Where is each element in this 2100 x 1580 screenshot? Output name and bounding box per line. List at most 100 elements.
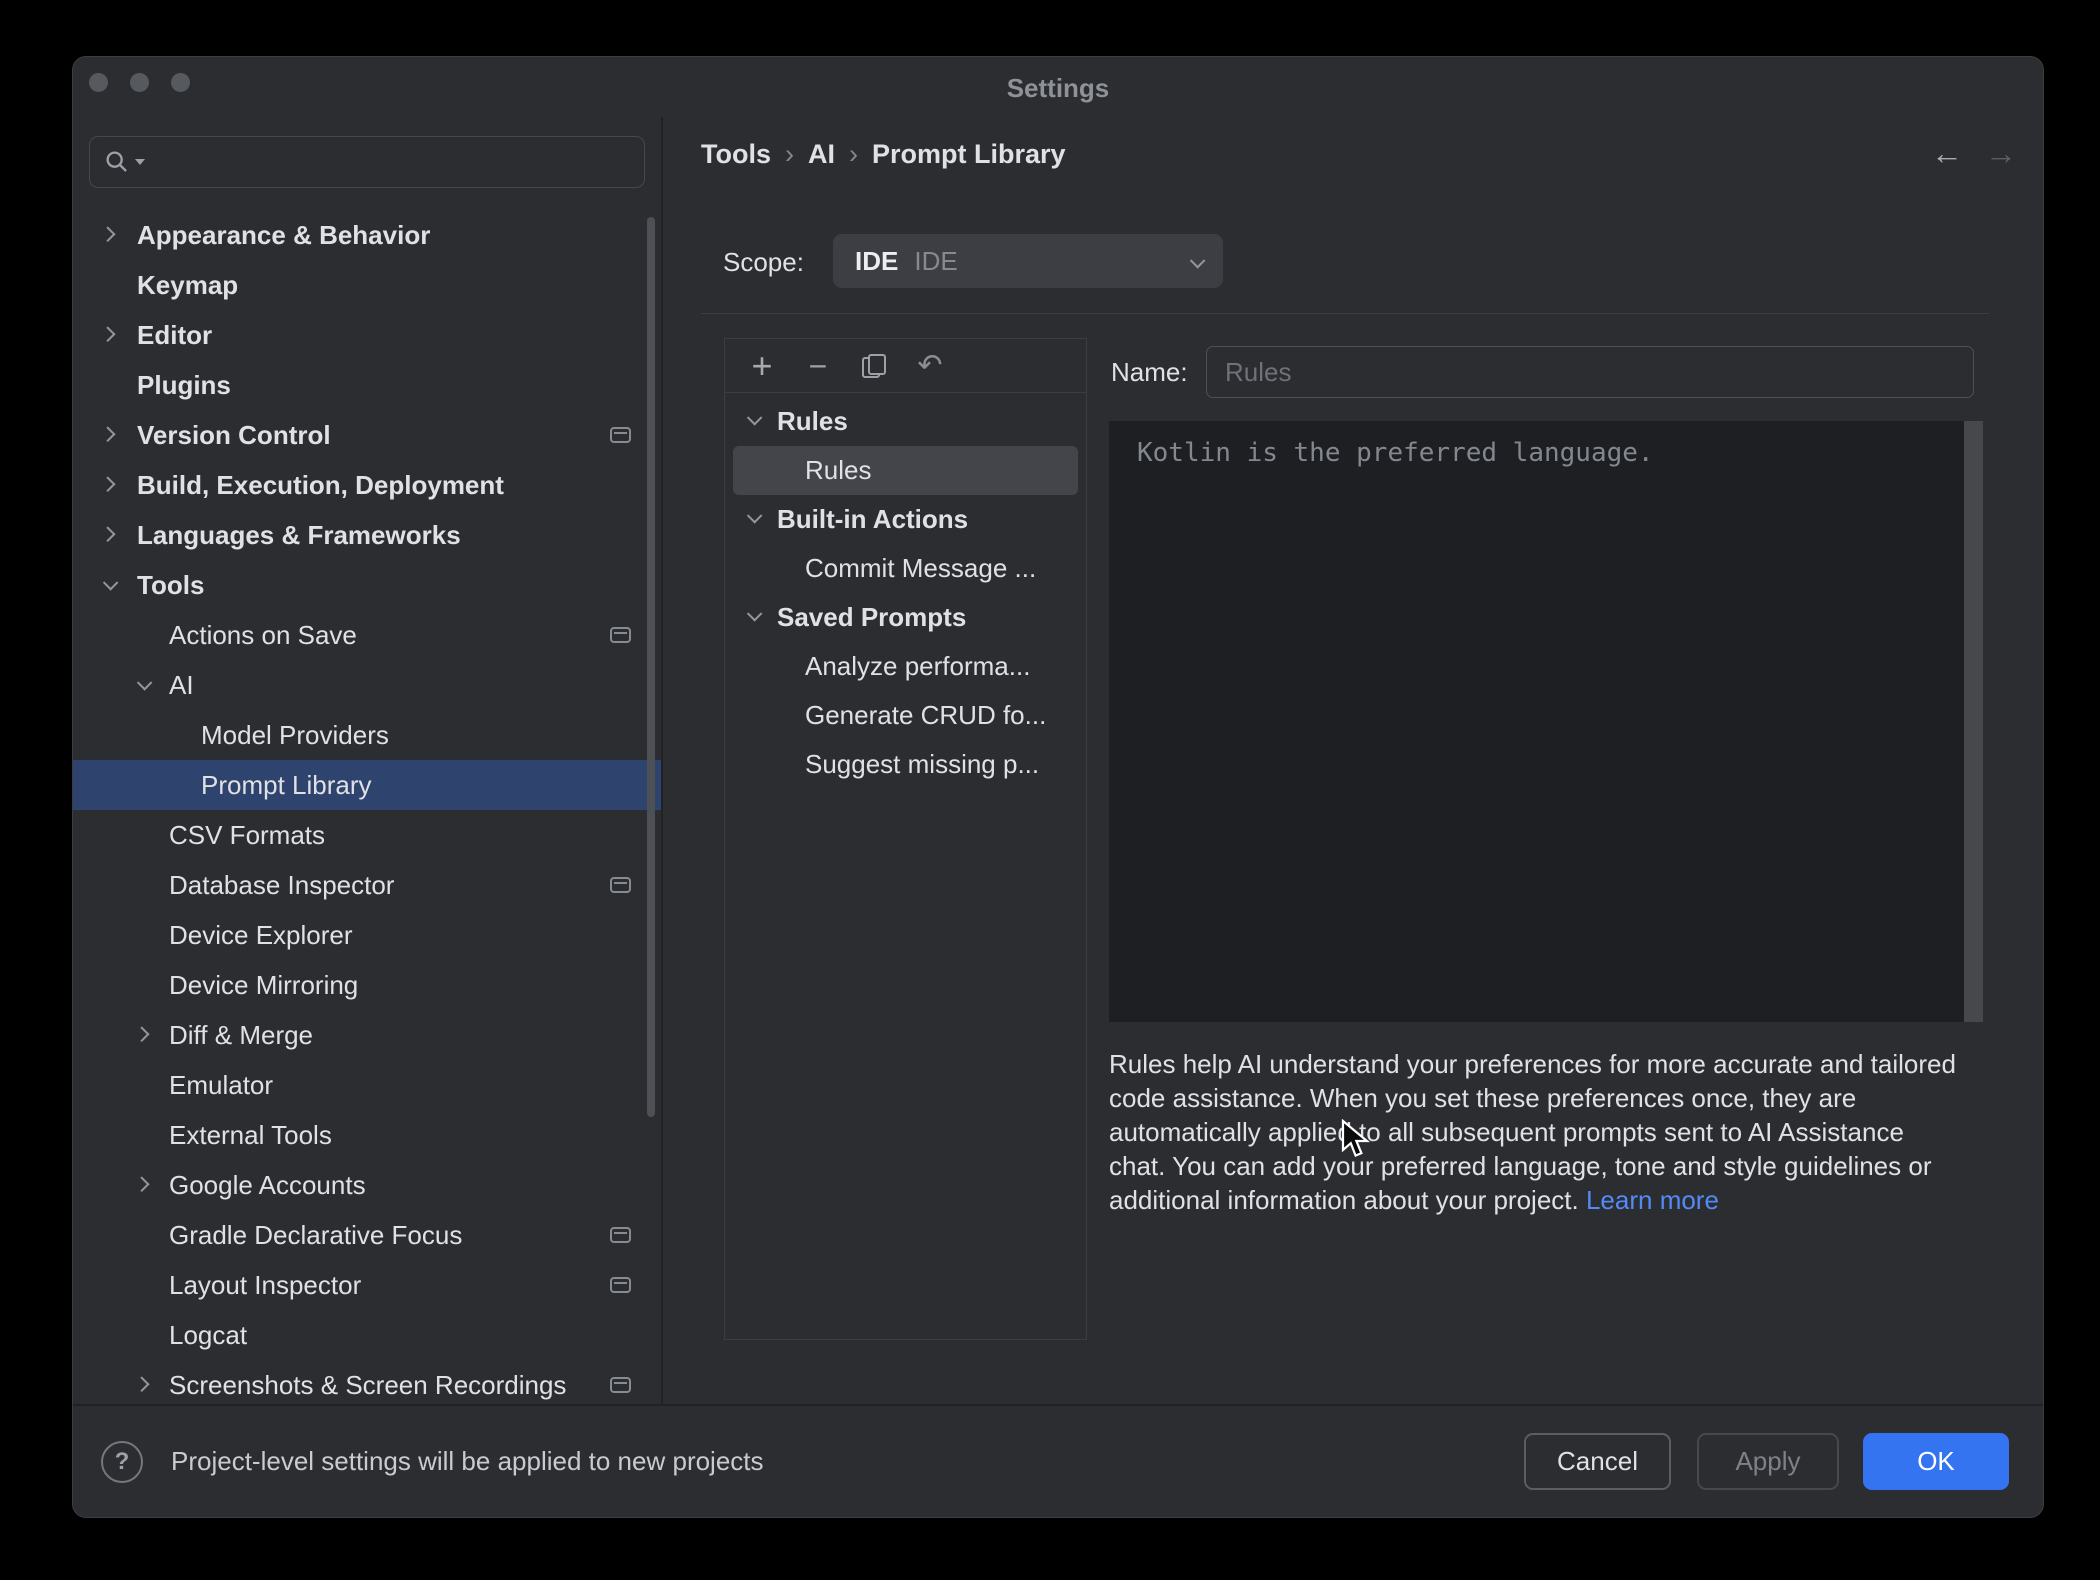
sidebar-item-prompt-library[interactable]: Prompt Library (73, 760, 661, 810)
chevron-down-icon (1190, 256, 1201, 267)
prompt-tree: Rules Rules Built-in Actions Commit Mess… (725, 393, 1086, 789)
settings-tree: Appearance & Behavior Keymap Editor Plug… (73, 210, 661, 1404)
scope-label: Scope: (723, 247, 804, 278)
sidebar-item-plugins[interactable]: Plugins (73, 360, 661, 410)
sidebar-item-appearance-behavior[interactable]: Appearance & Behavior (73, 210, 661, 260)
chevron-right-icon[interactable] (137, 1028, 151, 1042)
sidebar-scrollbar[interactable] (647, 217, 655, 1117)
sidebar-item-google-accounts[interactable]: Google Accounts (73, 1160, 661, 1210)
search-history-caret-icon[interactable] (135, 159, 145, 165)
sidebar-item-external-tools[interactable]: External Tools (73, 1110, 661, 1160)
prompt-item-analyze-performance[interactable]: Analyze performa... (733, 642, 1078, 691)
project-config-icon (610, 427, 631, 443)
sidebar-item-logcat[interactable]: Logcat (73, 1310, 661, 1360)
prompt-group-built-in-actions[interactable]: Built-in Actions (733, 495, 1078, 544)
title-bar: Settings (73, 57, 2043, 117)
sidebar-item-languages-frameworks[interactable]: Languages & Frameworks (73, 510, 661, 560)
chevron-right-icon[interactable] (103, 478, 117, 492)
breadcrumb-ai[interactable]: AI (808, 139, 835, 169)
sidebar-item-emulator[interactable]: Emulator (73, 1060, 661, 1110)
forward-arrow-icon[interactable]: → (1985, 137, 2017, 169)
sidebar-item-device-mirroring[interactable]: Device Mirroring (73, 960, 661, 1010)
back-arrow-icon[interactable]: ← (1931, 137, 1963, 169)
sidebar-item-screenshots-screen-recordings[interactable]: Screenshots & Screen Recordings (73, 1360, 661, 1404)
cancel-button[interactable]: Cancel (1524, 1433, 1671, 1490)
chevron-right-icon[interactable] (137, 1378, 151, 1392)
prompt-item-generate-crud[interactable]: Generate CRUD fo... (733, 691, 1078, 740)
duplicate-icon[interactable] (859, 354, 889, 378)
name-input[interactable] (1206, 346, 1974, 398)
learn-more-link[interactable]: Learn more (1586, 1185, 1719, 1215)
close-button[interactable] (89, 73, 108, 92)
screen: Settings Appearance & Behavior Keymap Ed… (0, 0, 2100, 1580)
section-divider (701, 313, 1989, 314)
main-panel: Tools›AI›Prompt Library ← → Scope: IDE I… (663, 117, 2043, 1404)
footer-note: Project-level settings will be applied t… (171, 1446, 764, 1477)
project-config-icon (610, 1377, 631, 1393)
sidebar-item-build-execution-deployment[interactable]: Build, Execution, Deployment (73, 460, 661, 510)
minimize-button[interactable] (130, 73, 149, 92)
breadcrumb-prompt-library: Prompt Library (872, 139, 1066, 169)
chevron-down-icon[interactable] (137, 678, 151, 692)
sidebar-item-gradle-declarative-focus[interactable]: Gradle Declarative Focus (73, 1210, 661, 1260)
scope-selected-prefix: IDE (855, 246, 898, 277)
description-text: Rules help AI understand your preference… (1109, 1047, 1967, 1217)
prompt-item-rules[interactable]: Rules (733, 446, 1078, 495)
breadcrumb-separator: › (835, 139, 872, 169)
prompt-list-panel: Rules Rules Built-in Actions Commit Mess… (724, 338, 1087, 1340)
help-icon[interactable]: ? (101, 1441, 143, 1483)
sidebar-item-actions-on-save[interactable]: Actions on Save (73, 610, 661, 660)
sidebar-item-database-inspector[interactable]: Database Inspector (73, 860, 661, 910)
search-input[interactable] (145, 147, 630, 178)
prompt-editor-text: Kotlin is the preferred language. (1137, 438, 1654, 468)
search-icon (104, 149, 130, 175)
prompt-item-commit-message[interactable]: Commit Message ... (733, 544, 1078, 593)
name-label: Name: (1111, 357, 1188, 388)
chevron-down-icon[interactable] (103, 578, 117, 592)
settings-sidebar: Appearance & Behavior Keymap Editor Plug… (73, 117, 661, 1404)
chevron-down-icon[interactable] (747, 511, 761, 525)
project-config-icon (610, 1227, 631, 1243)
sidebar-item-tools[interactable]: Tools (73, 560, 661, 610)
scope-selected-value: IDE (914, 246, 957, 277)
scope-dropdown[interactable]: IDE IDE (833, 234, 1223, 288)
sidebar-item-version-control[interactable]: Version Control (73, 410, 661, 460)
sidebar-item-diff-merge[interactable]: Diff & Merge (73, 1010, 661, 1060)
chevron-right-icon[interactable] (103, 528, 117, 542)
sidebar-item-ai[interactable]: AI (73, 660, 661, 710)
prompt-group-rules[interactable]: Rules (733, 397, 1078, 446)
prompt-editor[interactable]: Kotlin is the preferred language. (1109, 421, 1983, 1022)
prompt-list-toolbar (725, 339, 1086, 393)
project-config-icon (610, 877, 631, 893)
search-box[interactable] (89, 136, 645, 188)
sidebar-item-keymap[interactable]: Keymap (73, 260, 661, 310)
sidebar-item-editor[interactable]: Editor (73, 310, 661, 360)
sidebar-item-csv-formats[interactable]: CSV Formats (73, 810, 661, 860)
chevron-right-icon[interactable] (103, 428, 117, 442)
editor-scrollbar[interactable] (1964, 421, 1983, 1022)
window-title: Settings (73, 57, 2043, 119)
sidebar-item-device-explorer[interactable]: Device Explorer (73, 910, 661, 960)
chevron-right-icon[interactable] (137, 1178, 151, 1192)
add-icon[interactable] (747, 351, 777, 381)
zoom-button[interactable] (171, 73, 190, 92)
breadcrumb: Tools›AI›Prompt Library (701, 139, 1066, 170)
chevron-down-icon[interactable] (747, 609, 761, 623)
project-config-icon (610, 627, 631, 643)
footer-buttons: Cancel Apply OK (1524, 1433, 2009, 1490)
ok-button[interactable]: OK (1863, 1433, 2009, 1490)
prompt-item-suggest-missing[interactable]: Suggest missing p... (733, 740, 1078, 789)
chevron-down-icon[interactable] (747, 413, 761, 427)
sidebar-item-layout-inspector[interactable]: Layout Inspector (73, 1260, 661, 1310)
breadcrumb-tools[interactable]: Tools (701, 139, 771, 169)
chevron-right-icon[interactable] (103, 228, 117, 242)
apply-button[interactable]: Apply (1697, 1433, 1839, 1490)
project-config-icon (610, 1277, 631, 1293)
chevron-right-icon[interactable] (103, 328, 117, 342)
undo-icon[interactable] (915, 348, 945, 383)
settings-window: Settings Appearance & Behavior Keymap Ed… (72, 56, 2044, 1518)
breadcrumb-separator: › (771, 139, 808, 169)
sidebar-item-model-providers[interactable]: Model Providers (73, 710, 661, 760)
prompt-group-saved-prompts[interactable]: Saved Prompts (733, 593, 1078, 642)
remove-icon[interactable] (803, 351, 833, 381)
